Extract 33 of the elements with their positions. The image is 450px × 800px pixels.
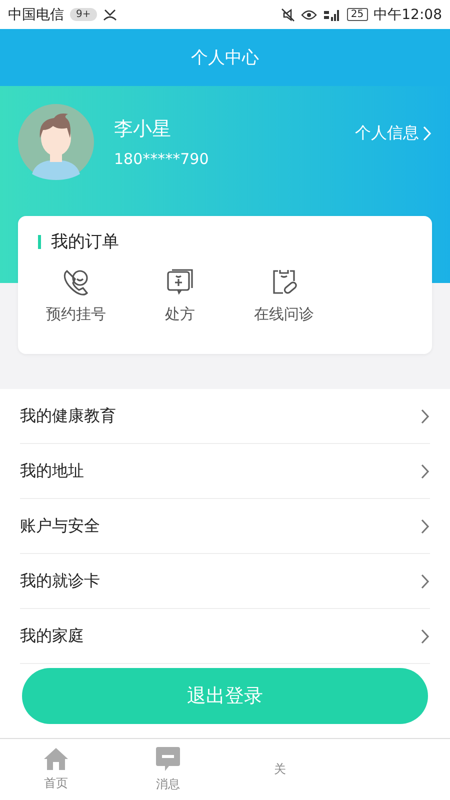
chevron-icon: [423, 126, 432, 140]
chevron-icon: [421, 464, 430, 479]
order-item[interactable]: 在线问诊: [232, 267, 336, 324]
clock: 中午12:08: [374, 6, 442, 24]
chevron-icon: [421, 574, 430, 589]
signal-icon: [322, 8, 341, 21]
phone-number: 180*****790: [114, 150, 210, 168]
page-title: 个人中心: [191, 47, 259, 70]
home-icon: [43, 747, 69, 772]
menu-item[interactable]: 我的健康教育: [20, 406, 116, 427]
chevron-icon: [421, 408, 430, 424]
missed-call-icon: [102, 8, 117, 21]
user-name: 李小星: [114, 117, 172, 142]
battery-level: 25: [346, 8, 368, 22]
mute-icon: [280, 8, 295, 22]
phone-icon: [61, 267, 91, 297]
message-icon: [155, 746, 181, 772]
chevron-icon: [421, 628, 430, 644]
order-item[interactable]: 处方: [128, 267, 232, 324]
menu-item[interactable]: 我的就诊卡: [20, 570, 100, 592]
carrier: 中国电信: [8, 6, 64, 24]
card-title: 我的订单: [51, 231, 119, 253]
menu-item[interactable]: 账户与安全: [20, 516, 100, 537]
notification-badge: 9+: [70, 8, 97, 22]
prescription-icon: [165, 267, 195, 297]
tab[interactable]: 关: [224, 739, 336, 800]
tab[interactable]: 消息: [112, 739, 224, 800]
chevron-icon: [421, 518, 430, 534]
eye-icon: [300, 8, 317, 21]
order-item[interactable]: 预约挂号: [24, 267, 128, 324]
tab[interactable]: 首页: [0, 739, 112, 800]
menu-item[interactable]: 我的地址: [20, 460, 84, 482]
menu-item[interactable]: 我的家庭: [20, 626, 84, 647]
